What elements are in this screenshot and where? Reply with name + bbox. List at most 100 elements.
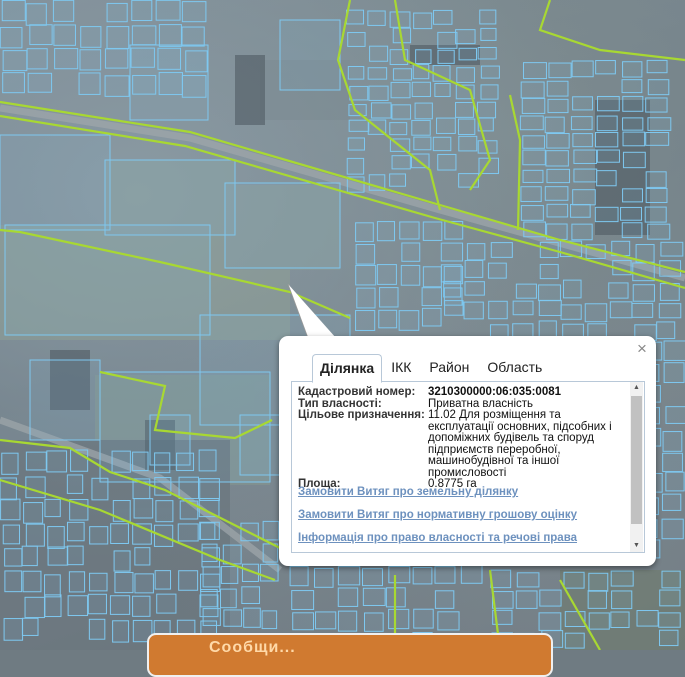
parcel-outline[interactable]: [437, 31, 458, 49]
parcel-outline[interactable]: [355, 222, 374, 243]
parcel-outline[interactable]: [610, 570, 634, 587]
parcel-outline[interactable]: [621, 222, 643, 239]
parcel-outline[interactable]: [546, 80, 569, 97]
parcel-outline[interactable]: [200, 588, 218, 608]
parcel-outline[interactable]: [544, 116, 565, 134]
parcel-outline[interactable]: [522, 135, 546, 149]
parcel-outline[interactable]: [4, 224, 211, 336]
parcel-outline[interactable]: [25, 523, 45, 547]
parcel-outline[interactable]: [54, 48, 79, 70]
parcel-outline[interactable]: [546, 203, 569, 218]
parcel-outline[interactable]: [364, 612, 384, 632]
parcel-outline[interactable]: [434, 566, 456, 584]
parcel-outline[interactable]: [520, 205, 544, 221]
parcel-outline[interactable]: [220, 566, 239, 584]
parcel-outline[interactable]: [391, 104, 412, 120]
parcel-outline[interactable]: [411, 81, 431, 98]
parcel-outline[interactable]: [421, 307, 442, 327]
scroll-down-icon[interactable]: ▼: [630, 540, 643, 552]
parcel-outline[interactable]: [572, 133, 593, 148]
parcel-outline[interactable]: [346, 9, 365, 25]
close-icon[interactable]: ×: [635, 340, 649, 357]
parcel-outline[interactable]: [479, 9, 497, 25]
parcel-outline[interactable]: [388, 565, 411, 584]
parcel-outline[interactable]: [24, 596, 45, 619]
parcel-outline[interactable]: [458, 47, 478, 61]
parcel-outline[interactable]: [362, 587, 386, 606]
parcel-outline[interactable]: [572, 96, 593, 111]
parcel-outline[interactable]: [202, 608, 221, 626]
parcel-outline[interactable]: [2, 50, 28, 72]
scroll-up-icon[interactable]: ▲: [630, 382, 643, 394]
parcel-outline[interactable]: [644, 206, 667, 223]
parcel-outline[interactable]: [44, 574, 61, 598]
parcel-outline[interactable]: [588, 612, 610, 630]
parcel-outline[interactable]: [21, 617, 39, 636]
parcel-outline[interactable]: [156, 593, 177, 614]
parcel-outline[interactable]: [400, 264, 421, 286]
parcel-outline[interactable]: [378, 309, 398, 329]
parcel-outline[interactable]: [422, 266, 442, 288]
parcel-outline[interactable]: [490, 242, 513, 258]
ownership-rights-info-link[interactable]: Інформація про право власності та речові…: [298, 532, 577, 552]
parcel-outline[interactable]: [114, 571, 134, 594]
parcel-outline[interactable]: [621, 79, 643, 94]
parcel-outline[interactable]: [622, 117, 644, 131]
parcel-outline[interactable]: [622, 151, 646, 169]
parcel-outline[interactable]: [562, 279, 582, 299]
parcel-outline[interactable]: [109, 595, 131, 615]
tab-ikk[interactable]: ІКК: [382, 354, 420, 381]
parcel-outline[interactable]: [622, 95, 644, 112]
parcel-outline[interactable]: [620, 206, 643, 221]
parcel-outline[interactable]: [241, 586, 261, 605]
parcel-outline[interactable]: [422, 221, 443, 241]
parcel-outline[interactable]: [588, 572, 609, 592]
parcel-outline[interactable]: [106, 2, 128, 23]
parcel-outline[interactable]: [660, 241, 684, 257]
parcel-outline[interactable]: [476, 101, 497, 119]
parcel-outline[interactable]: [110, 523, 129, 545]
parcel-outline[interactable]: [158, 24, 182, 47]
parcel-outline[interactable]: [223, 609, 243, 627]
parcel-outline[interactable]: [262, 520, 280, 541]
parcel-outline[interactable]: [480, 65, 500, 79]
parcel-outline[interactable]: [25, 476, 46, 499]
parcel-outline[interactable]: [659, 629, 679, 647]
parcel-outline[interactable]: [367, 67, 388, 80]
parcel-outline[interactable]: [347, 65, 365, 80]
parcel-outline[interactable]: [457, 118, 476, 135]
parcel-outline[interactable]: [53, 24, 76, 46]
parcel-outline[interactable]: [179, 500, 199, 520]
parcel-outline[interactable]: [104, 75, 130, 97]
parcel-outline[interactable]: [546, 168, 571, 184]
parcel-outline[interactable]: [564, 632, 585, 649]
parcel-outline[interactable]: [632, 284, 655, 302]
parcel-outline[interactable]: [401, 242, 421, 262]
parcel-outline[interactable]: [67, 595, 89, 617]
parcel-outline[interactable]: [608, 282, 629, 299]
parcel-outline[interactable]: [570, 203, 591, 218]
parcel-outline[interactable]: [521, 97, 546, 114]
parcel-outline[interactable]: [346, 157, 365, 175]
parcel-outline[interactable]: [279, 19, 341, 91]
parcel-outline[interactable]: [181, 1, 207, 23]
parcel-outline[interactable]: [434, 590, 455, 609]
parcel-outline[interactable]: [131, 0, 153, 22]
parcel-outline[interactable]: [389, 122, 408, 136]
parcel-outline[interactable]: [594, 206, 619, 223]
parcel-outline[interactable]: [392, 68, 413, 81]
parcel-outline[interactable]: [458, 135, 478, 152]
parcel-outline[interactable]: [656, 321, 676, 340]
parcel-outline[interactable]: [647, 79, 670, 96]
parcel-outline[interactable]: [47, 546, 69, 566]
parcel-outline[interactable]: [414, 102, 433, 120]
parcel-outline[interactable]: [348, 104, 367, 117]
parcel-outline[interactable]: [224, 182, 341, 269]
parcel-outline[interactable]: [659, 589, 681, 607]
parcel-outline[interactable]: [538, 612, 562, 631]
parcel-outline[interactable]: [434, 82, 451, 98]
parcel-outline[interactable]: [622, 131, 646, 147]
parcel-outline[interactable]: [292, 612, 314, 631]
parcel-outline[interactable]: [337, 566, 361, 586]
parcel-outline[interactable]: [399, 221, 420, 240]
